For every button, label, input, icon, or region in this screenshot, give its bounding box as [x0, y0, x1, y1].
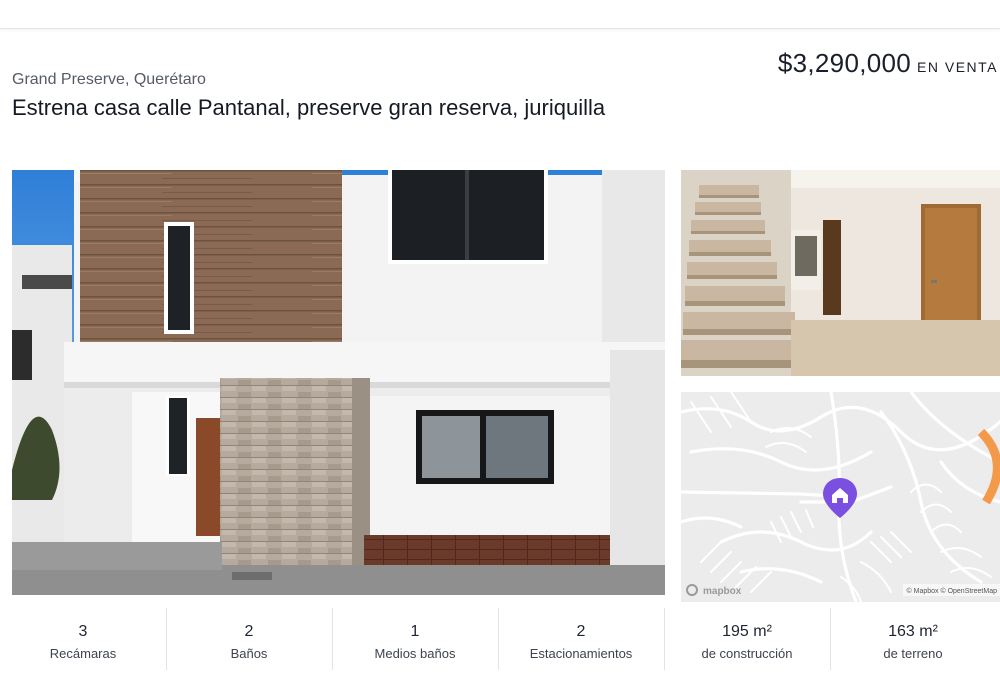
stat-label: Recámaras: [49, 646, 117, 661]
stat-label: Estacionamientos: [529, 646, 633, 661]
stat-construction-area: 195 m² de construcción: [664, 606, 830, 686]
stat-parking: 2 Estacionamientos: [498, 606, 664, 686]
interior-photo[interactable]: [681, 170, 1000, 376]
stat-land-area: 163 m² de terreno: [830, 606, 996, 686]
stat-value: 2: [576, 623, 586, 640]
map-canvas: mapbox © Mapbox © OpenStreetMap: [681, 392, 1000, 602]
top-nav-bar: [0, 0, 1000, 29]
main-photo[interactable]: [12, 170, 665, 595]
operation-type: EN VENTA: [917, 59, 998, 75]
location-map[interactable]: mapbox © Mapbox © OpenStreetMap: [681, 392, 1000, 602]
listing-location: Grand Preserve, Querétaro: [12, 71, 206, 88]
stat-label: Medios baños: [374, 646, 456, 661]
stairs-interior-image: [681, 170, 1000, 376]
stat-bathrooms: 2 Baños: [166, 606, 332, 686]
stat-value: 3: [78, 623, 88, 640]
stat-half-bathrooms: 1 Medios baños: [332, 606, 498, 686]
stat-value: 1: [410, 623, 420, 640]
stat-label: de construcción: [701, 646, 793, 661]
map-attribution[interactable]: © Mapbox © OpenStreetMap: [907, 587, 998, 595]
listing-title: Estrena casa calle Pantanal, preserve gr…: [12, 95, 606, 120]
stat-label: Baños: [230, 646, 268, 661]
house-facade-image: [12, 170, 665, 595]
stat-value: 195 m²: [722, 623, 772, 640]
stat-value: 2: [244, 623, 254, 640]
listing-price: $3,290,000: [777, 48, 912, 78]
stat-label: de terreno: [883, 646, 943, 661]
stat-bedrooms: 3 Recámaras: [0, 606, 166, 686]
property-stats: 3 Recámaras 2 Baños 1 Medios baños 2 Est…: [0, 606, 1000, 686]
stat-value: 163 m²: [888, 623, 938, 640]
mapbox-logo[interactable]: mapbox: [703, 586, 742, 597]
price-block: $3,290,000 EN VENTA: [778, 48, 998, 79]
